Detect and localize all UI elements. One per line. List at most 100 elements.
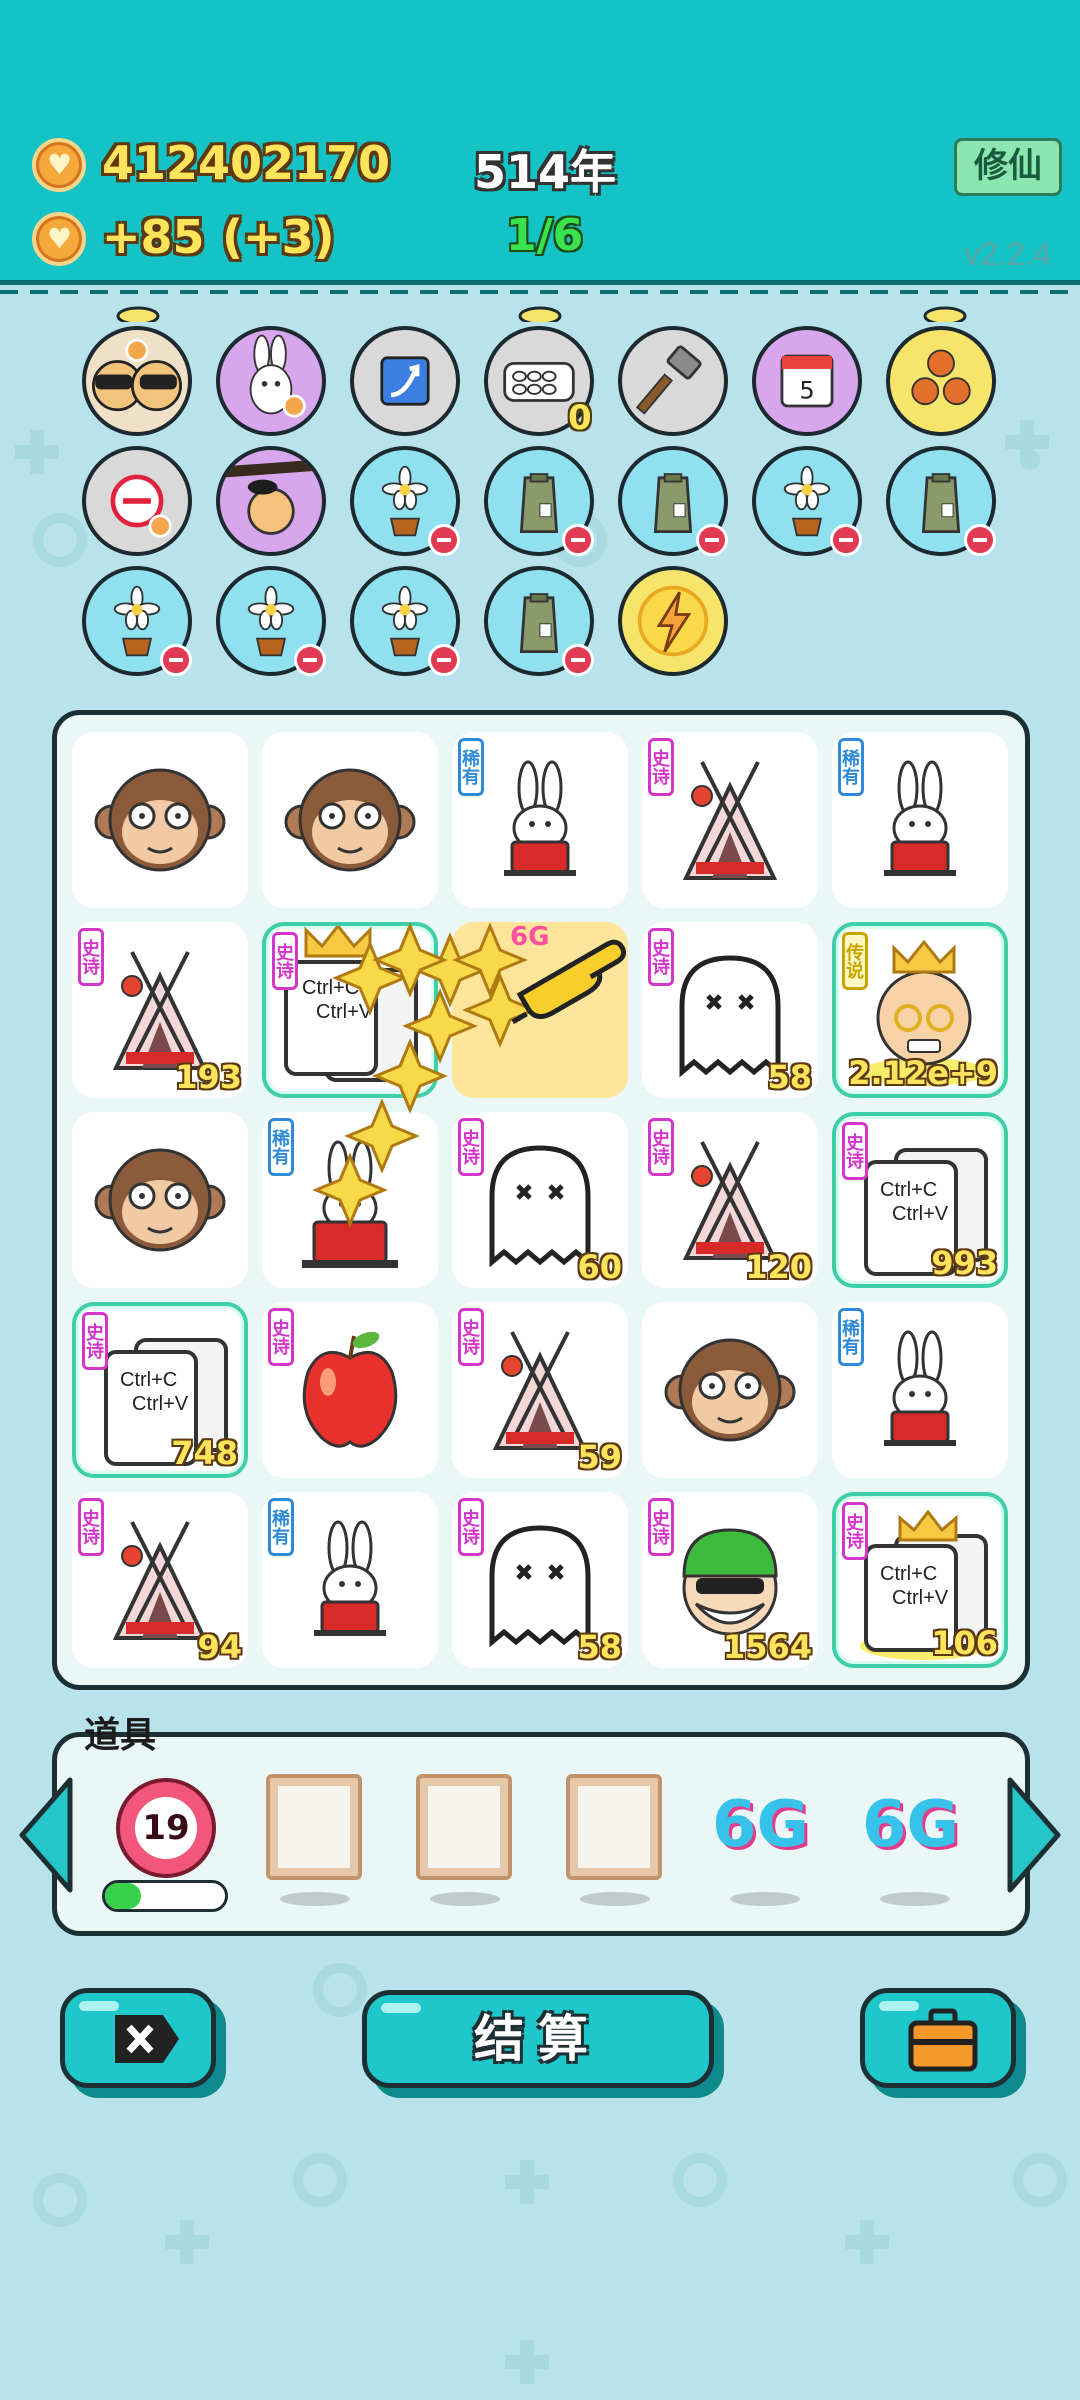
basketballs-relic-icon[interactable] xyxy=(886,326,996,436)
board-cell-active[interactable]: 6G xyxy=(452,922,628,1098)
arrow-left-icon[interactable] xyxy=(16,1770,76,1900)
coin-total: 412402170 xyxy=(102,136,391,190)
briefcase-icon xyxy=(908,2008,978,2072)
paste-label: Ctrl+V xyxy=(316,1001,373,1023)
remove-badge-icon[interactable] xyxy=(562,644,594,676)
arrow-card-relic-icon[interactable] xyxy=(350,326,460,436)
arrow-right-icon[interactable] xyxy=(1004,1770,1064,1900)
item-slot-frame[interactable] xyxy=(264,1772,364,1882)
board-cell-ghost[interactable]: 史诗 58 xyxy=(452,1492,628,1668)
board-cell-apple[interactable]: 史诗 xyxy=(262,1302,438,1478)
board-cell-tent[interactable]: 史诗 59 xyxy=(452,1302,628,1478)
hammer-relic-icon[interactable] xyxy=(618,326,728,436)
income-per-turn: +85 xyxy=(102,210,205,264)
copy-label: Ctrl+C xyxy=(302,977,359,999)
item-6g[interactable]: 6G xyxy=(712,1788,809,1862)
board-cell-monkey[interactable] xyxy=(642,1302,818,1478)
settle-label: 结算 xyxy=(474,2010,602,2068)
item-charge-fill xyxy=(105,1883,141,1909)
rarity-tag: 史诗 xyxy=(648,1118,674,1176)
remove-badge-icon[interactable] xyxy=(696,524,728,556)
close-x-icon xyxy=(115,2015,179,2063)
no-entry-relic-icon[interactable] xyxy=(82,446,192,556)
item-slot-shadow xyxy=(730,1892,800,1906)
item-slot-frame[interactable] xyxy=(564,1772,664,1882)
board-cell-rabbit[interactable]: 稀有 xyxy=(262,1112,438,1288)
cell-value: 120 xyxy=(745,1248,812,1286)
items-title: 道具 xyxy=(84,1715,157,1756)
top-status-bar: ♥ 412402170 ♥ +85 (+3) 514年 1/6 修仙 v2.2.… xyxy=(0,0,1080,294)
cell-value: 193 xyxy=(175,1058,242,1096)
board-cell-copy-paste-crowned[interactable]: Ctrl+C Ctrl+V 史诗 106 xyxy=(832,1492,1008,1668)
calendar-relic-icon[interactable]: 5 xyxy=(752,326,862,436)
round-progress: 1/6 xyxy=(506,210,584,261)
peach-branch-relic-icon[interactable] xyxy=(216,446,326,556)
board-cell-monkey[interactable] xyxy=(72,732,248,908)
rarity-tag: 史诗 xyxy=(648,1498,674,1556)
rarity-tag: 稀有 xyxy=(458,738,484,796)
board-cell-monkey[interactable] xyxy=(262,732,438,908)
six-g-tag: 6G xyxy=(510,922,550,952)
year-counter: 514年 xyxy=(474,145,617,199)
paste-label: Ctrl+V xyxy=(892,1203,949,1225)
board-cell-copy-paste-crowned[interactable]: Ctrl+C Ctrl+V 史诗 xyxy=(262,922,438,1098)
rarity-tag: 史诗 xyxy=(268,1308,294,1366)
copy-label: Ctrl+C xyxy=(120,1369,177,1391)
xiuxian-button[interactable]: 修仙 xyxy=(954,138,1062,196)
rarity-tag: 史诗 xyxy=(458,1308,484,1366)
rarity-tag: 稀有 xyxy=(268,1118,294,1176)
rarity-tag: 史诗 xyxy=(82,1312,108,1370)
board-cell-copy-paste[interactable]: Ctrl+C Ctrl+V 史诗 993 xyxy=(832,1112,1008,1288)
remove-badge-icon[interactable] xyxy=(562,524,594,556)
item-slot-shadow xyxy=(580,1892,650,1906)
board-cell-king[interactable]: 传说 2.12e+9 xyxy=(832,922,1008,1098)
board-cell-rabbit[interactable]: 稀有 xyxy=(262,1492,438,1668)
item-counter-value: 19 xyxy=(132,1794,200,1862)
item-6g[interactable]: 6G xyxy=(862,1788,959,1862)
board-cell-rabbit[interactable]: 稀有 xyxy=(832,732,1008,908)
paste-label: Ctrl+V xyxy=(132,1393,189,1415)
remove-badge-icon[interactable] xyxy=(160,644,192,676)
bag-button[interactable] xyxy=(860,1988,1016,2088)
rarity-tag: 史诗 xyxy=(458,1118,484,1176)
rarity-tag: 史诗 xyxy=(272,932,298,990)
settle-button[interactable]: 结算 xyxy=(362,1990,714,2088)
board-cell-ghost[interactable]: 史诗 58 xyxy=(642,922,818,1098)
board-cell-tent[interactable]: 史诗 120 xyxy=(642,1112,818,1288)
cell-value: 60 xyxy=(577,1248,622,1286)
item-slot-shadow xyxy=(280,1892,350,1906)
item-counter-badge[interactable]: 19 xyxy=(116,1778,216,1878)
cell-value: 59 xyxy=(577,1438,622,1476)
remove-badge-icon[interactable] xyxy=(294,644,326,676)
rarity-tag: 史诗 xyxy=(78,1498,104,1556)
board-cell-ghost[interactable]: 史诗 60 xyxy=(452,1112,628,1288)
rabbit-relic-icon[interactable] xyxy=(216,326,326,436)
remove-badge-icon[interactable] xyxy=(830,524,862,556)
skip-button[interactable] xyxy=(60,1988,216,2088)
board-cell-copy-paste[interactable]: Ctrl+C Ctrl+V 史诗 748 xyxy=(72,1302,248,1478)
remove-badge-icon[interactable] xyxy=(428,644,460,676)
rarity-tag: 史诗 xyxy=(842,1122,868,1180)
rarity-tag: 稀有 xyxy=(268,1498,294,1556)
lightning-relic-icon[interactable] xyxy=(618,566,728,676)
board-cell-tent[interactable]: 史诗 94 xyxy=(72,1492,248,1668)
remove-badge-icon[interactable] xyxy=(428,524,460,556)
remove-badge-icon[interactable] xyxy=(964,524,996,556)
board-cell-bandit[interactable]: 史诗 1564 xyxy=(642,1492,818,1668)
income-bonus: (+3) xyxy=(222,210,335,264)
item-slot-frame[interactable] xyxy=(414,1772,514,1882)
board-cell-rabbit[interactable]: 稀有 xyxy=(452,732,628,908)
board-cell-monkey[interactable] xyxy=(72,1112,248,1288)
cell-value: 58 xyxy=(577,1628,622,1666)
cell-value: 2.12e+9 xyxy=(848,1054,998,1092)
board-cell-tent[interactable]: 史诗 xyxy=(642,732,818,908)
rarity-tag: 史诗 xyxy=(458,1498,484,1556)
paste-label: Ctrl+V xyxy=(892,1587,949,1609)
rarity-tag: 史诗 xyxy=(648,738,674,796)
board-cell-tent[interactable]: 史诗 193 xyxy=(72,922,248,1098)
income-coin-icon: ♥ xyxy=(32,212,86,266)
sunglasses-cats-relic-icon[interactable] xyxy=(82,326,192,436)
board-cell-rabbit[interactable]: 稀有 xyxy=(832,1302,1008,1478)
cell-value: 993 xyxy=(931,1244,998,1282)
relics-scroll-edge xyxy=(116,306,967,322)
